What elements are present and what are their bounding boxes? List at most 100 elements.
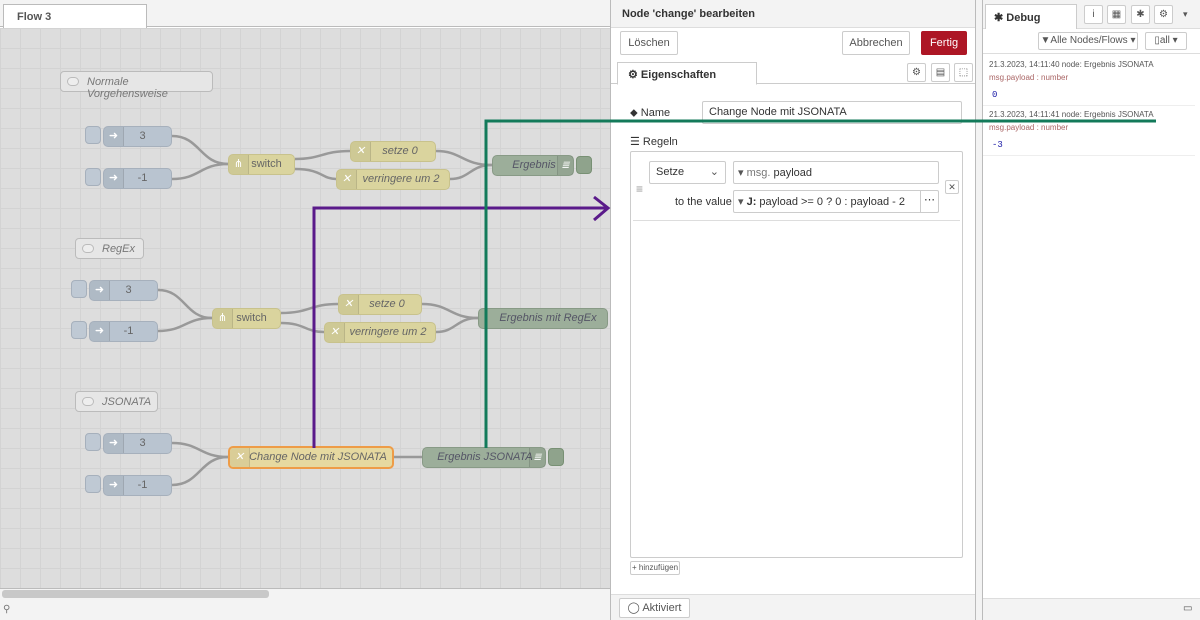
tab-flow-3[interactable]: Flow 3 bbox=[3, 4, 147, 28]
search-icon[interactable]: ⚲ bbox=[3, 604, 13, 615]
arrow-icon: ➜ bbox=[104, 169, 124, 188]
rule-action-select[interactable]: Setze ⌄ bbox=[649, 161, 726, 184]
list-icon: ≣ bbox=[529, 448, 545, 467]
message-meta: 21.3.2023, 14:11:40 node: Ergebnis JSONA… bbox=[989, 60, 1154, 69]
delete-button[interactable]: Löschen bbox=[620, 31, 678, 55]
rules-list: ≡ Setze ⌄ ▾ msg. payload ✕ to the value ▾… bbox=[630, 151, 963, 558]
circle-icon: ◯ bbox=[627, 602, 643, 614]
inject-button[interactable] bbox=[85, 433, 101, 451]
tag-icon: ⬥ bbox=[630, 107, 641, 119]
rule-target-input[interactable]: ▾ msg. payload bbox=[733, 161, 939, 184]
node-label: Ergebnis bbox=[512, 159, 556, 171]
gear-icon[interactable]: ⚙ bbox=[1154, 5, 1173, 24]
caret-icon: ▾ bbox=[738, 196, 747, 208]
wire bbox=[157, 288, 213, 320]
divider bbox=[633, 220, 960, 221]
inject-button[interactable] bbox=[85, 168, 101, 186]
debug-node[interactable]: Ergebnis JSONATA ≣ bbox=[422, 447, 546, 468]
inject-node[interactable]: ➜ -1 bbox=[103, 475, 172, 496]
inject-button[interactable] bbox=[71, 280, 87, 298]
change-node[interactable]: ✕ setze 0 bbox=[350, 141, 436, 162]
change-node[interactable]: ✕ verringere um 2 bbox=[324, 322, 436, 343]
sidebar-header: ✱ Debug i ▦ ✱ ⚙ ▾ bbox=[983, 0, 1200, 29]
debug-node[interactable]: Ergebnis mit RegEx bbox=[478, 308, 608, 329]
flow-canvas[interactable]: Normale Vorgehensweise ➜ 3 ➜ -1 ⋔ switch ✕ s… bbox=[0, 28, 610, 588]
debug-message[interactable]: 21.3.2023, 14:11:40 node: Ergebnis JSONA… bbox=[983, 56, 1195, 106]
shuffle-icon: ✕ bbox=[337, 170, 357, 189]
tab-properties[interactable]: ⚙ Eigenschaften bbox=[617, 62, 757, 85]
bug-icon[interactable]: ✱ bbox=[1131, 5, 1150, 24]
add-rule-button[interactable]: + hinzufügen bbox=[630, 561, 680, 575]
wire bbox=[171, 134, 229, 166]
appearance-icon[interactable]: ⬚ bbox=[954, 63, 973, 82]
filter-dropdown[interactable]: ▼Alle Nodes/Flows ▾ bbox=[1038, 32, 1138, 50]
settings-icon[interactable]: ⚙ bbox=[907, 63, 926, 82]
inject-button[interactable] bbox=[71, 321, 87, 339]
inject-node[interactable]: ➜ 3 bbox=[103, 433, 172, 454]
inject-node[interactable]: ➜ -1 bbox=[89, 321, 158, 342]
comment-node[interactable]: Normale Vorgehensweise bbox=[60, 71, 213, 100]
comment-node[interactable]: JSONATA bbox=[75, 391, 158, 412]
arrow-icon: ➜ bbox=[104, 434, 124, 453]
message-topic: msg.payload : number bbox=[989, 73, 1069, 82]
arrow-icon: ➜ bbox=[104, 127, 124, 146]
switch-node[interactable]: ⋔ switch bbox=[212, 308, 281, 329]
switch-icon: ⋔ bbox=[213, 309, 233, 328]
debug-toggle[interactable] bbox=[576, 156, 592, 174]
comment-label: Normale Vorgehensweise bbox=[87, 76, 168, 100]
wire bbox=[294, 149, 351, 161]
switch-node[interactable]: ⋔ switch bbox=[228, 154, 295, 175]
change-node-selected[interactable]: ✕ Change Node mit JSONATA bbox=[228, 446, 394, 469]
rules-label: ☰ Regeln bbox=[630, 136, 678, 148]
debug-message[interactable]: 21.3.2023, 14:11:41 node: Ergebnis JSONA… bbox=[983, 106, 1195, 156]
monitor-icon[interactable]: ▭ bbox=[1183, 603, 1192, 614]
wire bbox=[280, 321, 325, 334]
node-label: verringere um 2 bbox=[349, 326, 427, 338]
inject-button[interactable] bbox=[85, 126, 101, 144]
description-icon[interactable]: ▤ bbox=[931, 63, 950, 82]
done-button[interactable]: Fertig bbox=[921, 31, 967, 55]
horizontal-scrollbar[interactable] bbox=[2, 590, 269, 598]
message-value: 0 bbox=[992, 90, 998, 100]
comment-icon bbox=[67, 77, 79, 86]
inject-node[interactable]: ➜ 3 bbox=[103, 126, 172, 147]
change-node[interactable]: ✕ verringere um 2 bbox=[336, 169, 450, 190]
comment-icon bbox=[82, 244, 94, 253]
cancel-button[interactable]: Abbrechen bbox=[842, 31, 910, 55]
message-meta: 21.3.2023, 14:11:41 node: Ergebnis JSONA… bbox=[989, 110, 1154, 119]
expression-type: J: bbox=[746, 196, 757, 208]
name-input[interactable]: Change Node mit JSONATA bbox=[702, 101, 962, 124]
inject-node[interactable]: ➜ -1 bbox=[103, 168, 172, 189]
change-node[interactable]: ✕ setze 0 bbox=[338, 294, 422, 315]
comment-node[interactable]: RegEx bbox=[75, 238, 144, 259]
comment-icon bbox=[82, 397, 94, 406]
inject-button[interactable] bbox=[85, 475, 101, 493]
caret-icon: ▾ bbox=[738, 167, 747, 179]
remove-rule-button[interactable]: ✕ bbox=[945, 180, 959, 194]
enabled-toggle[interactable]: ◯ Aktiviert bbox=[619, 598, 690, 618]
tab-debug[interactable]: ✱ Debug bbox=[985, 4, 1077, 29]
debug-node[interactable]: Ergebnis ≣ bbox=[492, 155, 574, 176]
node-label: Ergebnis JSONATA bbox=[437, 451, 533, 463]
arrow-icon: ➜ bbox=[90, 322, 110, 341]
node-label: 3 bbox=[139, 130, 146, 142]
list-icon: ≣ bbox=[557, 156, 573, 175]
node-label: -1 bbox=[137, 172, 148, 184]
inject-node[interactable]: ➜ 3 bbox=[89, 280, 158, 301]
wire bbox=[171, 441, 229, 459]
rule-value-input[interactable]: ▾ J: payload >= 0 ? 0 : payload - 2 ⋯ bbox=[733, 190, 939, 213]
node-label: setze 0 bbox=[382, 145, 418, 157]
shuffle-icon: ✕ bbox=[230, 448, 250, 467]
wire bbox=[171, 455, 229, 487]
book-icon[interactable]: ▦ bbox=[1107, 5, 1126, 24]
expand-editor-button[interactable]: ⋯ bbox=[920, 191, 938, 212]
info-icon[interactable]: i bbox=[1084, 5, 1103, 24]
chevron-down-icon[interactable]: ▾ bbox=[1183, 9, 1188, 20]
drag-handle-icon[interactable]: ≡ bbox=[636, 182, 643, 196]
clear-dropdown[interactable]: ▯all ▾ bbox=[1145, 32, 1187, 50]
message-topic: msg.payload : number bbox=[989, 123, 1069, 132]
shuffle-icon: ✕ bbox=[351, 142, 371, 161]
bug-icon: ✱ bbox=[994, 12, 1007, 24]
debug-toolbar: ▼Alle Nodes/Flows ▾ ▯all ▾ bbox=[983, 29, 1200, 54]
debug-toggle[interactable] bbox=[548, 448, 564, 466]
